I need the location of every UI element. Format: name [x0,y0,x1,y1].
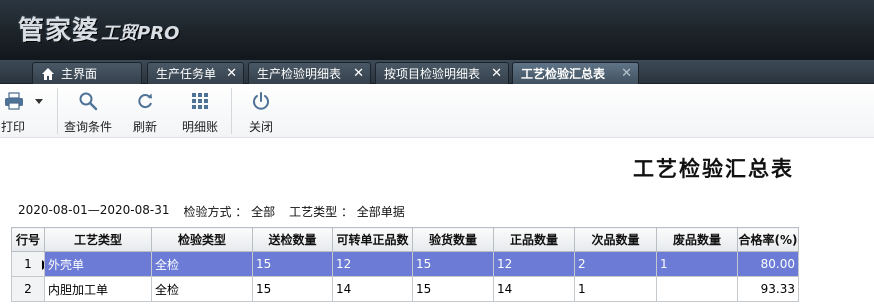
table-cell[interactable]: 1 [574,276,657,302]
table-cell[interactable]: 外壳单 [44,251,152,277]
tab-item-inspection[interactable]: 按项目检验明细表 ✕ [375,62,509,84]
table-cell[interactable]: 12 [332,251,413,277]
column-header[interactable]: 合格率(%) [737,227,799,252]
tab-process-summary[interactable]: 工艺检验汇总表 ✕ [512,62,639,84]
app-header: 管家婆 工贸PRO [0,0,874,60]
report-title: 工艺检验汇总表 [633,157,794,181]
inspect-method: 检验方式 ： 全部 [183,205,276,219]
table-cell[interactable]: 2 [574,251,657,277]
table-header-row: 行号 工艺类型 检验类型 送检数量 可转单正品数 验货数量 正品数量 次品数量 … [11,227,799,252]
column-header[interactable]: 正品数量 [493,227,575,252]
table-cell[interactable]: 14 [493,276,575,302]
print-label: 打印 [0,120,25,134]
tab-production-task[interactable]: 生产任务单 ✕ [147,62,244,84]
toolbar-divider [231,88,232,134]
table-cell[interactable]: 15 [252,276,333,302]
refresh-button[interactable]: 刷新 [121,90,169,136]
table-cell[interactable]: 1 [656,251,738,277]
app-logo: 管家婆 工贸PRO [18,12,179,46]
close-icon[interactable]: ✕ [621,67,632,80]
table-cell[interactable]: 15 [252,251,333,277]
column-header[interactable]: 工艺类型 [44,227,152,252]
print-button[interactable]: 打印 [0,90,48,136]
detail-ledger-button[interactable]: 明细账 [176,90,224,136]
toolbar-divider [57,88,58,134]
column-header[interactable]: 次品数量 [574,227,657,252]
table-cell[interactable]: 93.33 [737,276,799,302]
tab-label: 生产检验明细表 [257,67,342,81]
refresh-label: 刷新 [132,120,157,134]
table-row[interactable]: 1 外壳单 全检 15 12 15 12 2 1 80.00 [11,251,799,277]
chevron-down-icon[interactable] [34,96,44,106]
power-icon [253,92,269,110]
toolbar: 打印 查询条件 刷新 明细账 关闭 [0,84,874,138]
table-cell[interactable]: 全检 [151,251,253,277]
table-cell[interactable]: 15 [412,276,494,302]
detail-label: 明细账 [181,120,218,134]
column-header[interactable]: 检验类型 [151,227,253,252]
close-icon[interactable]: ✕ [353,67,364,80]
table-cell[interactable]: 15 [412,251,494,277]
table-cell[interactable]: 12 [493,251,575,277]
table-cell[interactable]: 14 [332,276,413,302]
column-header[interactable]: 可转单正品数 [332,227,413,252]
refresh-icon [138,93,152,109]
close-button[interactable]: 关闭 [237,90,285,136]
close-label: 关闭 [248,120,273,134]
printer-icon [5,92,23,110]
tab-label: 工艺检验汇总表 [521,67,606,81]
tab-production-inspection[interactable]: 生产检验明细表 ✕ [248,62,371,84]
column-header[interactable]: 送检数量 [252,227,333,252]
logo-name: 管家婆 [18,16,100,46]
tab-bar: 主界面 生产任务单 ✕ 生产检验明细表 ✕ 按项目检验明细表 ✕ 工艺检验汇总表… [0,60,874,84]
search-icon [79,92,98,111]
tab-label: 按项目检验明细表 [384,67,481,81]
column-header[interactable]: 行号 [11,227,45,252]
report-filters: 2020-08-01—2020-08-31 检验方式 ： 全部 工艺类型 ： 全… [18,203,419,220]
row-pointer-icon [42,260,44,270]
tab-label: 主界面 [61,67,98,81]
home-icon [42,67,54,80]
close-icon[interactable]: ✕ [491,67,502,80]
query-conditions-button[interactable]: 查询条件 [64,90,112,136]
tab-home[interactable]: 主界面 [32,62,142,84]
column-header[interactable]: 验货数量 [412,227,494,252]
table-cell[interactable] [656,276,738,302]
date-range: 2020-08-01—2020-08-31 [18,203,170,217]
column-header[interactable]: 废品数量 [656,227,738,252]
logo-edition: 工贸PRO [101,23,180,44]
query-label: 查询条件 [64,120,113,134]
grid-icon [192,93,208,109]
table-row[interactable]: 2 内胆加工单 全检 15 14 15 14 1 93.33 [11,276,799,302]
tab-label: 生产任务单 [156,67,217,81]
close-icon[interactable]: ✕ [226,67,237,80]
process-type: 工艺类型 ： 全部单据 [289,205,405,219]
row-number: 2 [11,276,45,302]
table-cell[interactable]: 全检 [151,276,253,302]
summary-table: 行号 工艺类型 检验类型 送检数量 可转单正品数 验货数量 正品数量 次品数量 … [11,227,799,302]
row-number: 1 [11,251,45,277]
table-cell[interactable]: 内胆加工单 [44,276,152,302]
table-cell[interactable]: 80.00 [737,251,799,277]
